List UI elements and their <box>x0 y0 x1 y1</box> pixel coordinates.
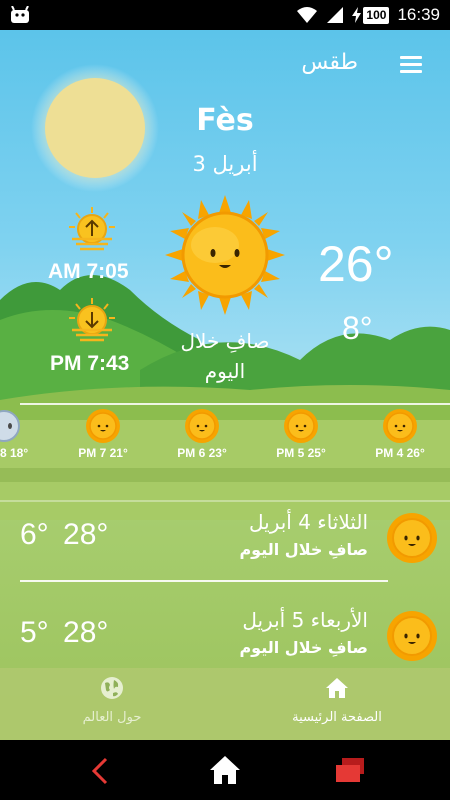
night-moon-icon <box>0 410 20 442</box>
condition-line-1: صافِ خلال <box>180 329 270 353</box>
current-condition: صافِ خلال اليوم <box>150 326 300 386</box>
hourly-item: PM 4 26° <box>360 408 440 460</box>
sun-icon <box>383 409 417 443</box>
nav-world-tab[interactable]: حول العالم <box>62 676 162 725</box>
nav-world-label: حول العالم <box>82 710 142 725</box>
hourly-label: PM 7 21° <box>78 446 128 460</box>
low-temperature: 8° <box>342 310 373 346</box>
system-navigation-bar <box>0 740 450 800</box>
home-icon <box>326 678 348 698</box>
clock: 16:39 <box>397 5 440 24</box>
charging-bolt-icon <box>352 7 362 23</box>
sun-icon <box>86 409 120 443</box>
daily-divider <box>20 580 388 582</box>
daily-condition: صافِ خلال اليوم <box>239 540 368 559</box>
sunrise-icon <box>69 207 115 251</box>
daily-date: الأربعاء 5 أبريل <box>242 608 368 632</box>
back-icon[interactable] <box>88 756 112 786</box>
android-notification-icon <box>11 6 29 23</box>
hourly-label: 8 18° <box>0 446 29 460</box>
city-name: Fès <box>196 103 254 138</box>
globe-icon <box>101 677 123 699</box>
hourly-item: PM 5 25° <box>261 408 341 460</box>
hourly-label: PM 6 23° <box>177 446 227 460</box>
sun-icon <box>387 611 437 661</box>
hourly-label: PM 4 26° <box>375 446 425 460</box>
condition-line-2: اليوم <box>204 359 246 383</box>
hourly-divider <box>20 403 450 405</box>
app-bar: طقس <box>0 30 450 100</box>
battery-level: 100 <box>363 6 390 24</box>
battery-indicator: 100 <box>352 6 390 24</box>
nav-home-tab[interactable]: الصفحة الرئيسية <box>272 676 402 725</box>
current-date: 3 أبريل <box>192 152 258 176</box>
weather-screen: طقس Fès 3 أبريل AM 7:05 PM 7:43 26° 8° ص… <box>0 30 450 740</box>
bottom-navigation: حول العالم الصفحة الرئيسية <box>0 668 450 740</box>
sunrise-time: AM 7:05 <box>48 260 129 283</box>
clear-sky-icon <box>165 195 285 315</box>
menu-icon[interactable] <box>400 56 422 74</box>
sunset-time: PM 7:43 <box>50 352 130 375</box>
daily-condition: صافِ خلال اليوم <box>239 638 368 657</box>
hourly-item: PM 7 21° <box>63 408 143 460</box>
sun-icon <box>387 513 437 563</box>
sun-icon <box>284 409 318 443</box>
nav-home-label: الصفحة الرئيسية <box>292 710 382 725</box>
recent-apps-icon[interactable] <box>334 756 366 784</box>
signal-icon <box>327 7 344 23</box>
hourly-item: PM 6 23° <box>162 408 242 460</box>
daily-temps: 6° 28° <box>20 518 109 551</box>
status-bar: 100 16:39 <box>0 0 450 30</box>
wifi-icon <box>297 7 318 23</box>
current-temperature: 26° <box>318 236 394 292</box>
home-icon[interactable] <box>208 754 242 786</box>
daily-forecast-row[interactable]: 6° 28° الثلاثاء 4 أبريل صافِ خلال اليوم <box>0 500 450 590</box>
app-title: طقس <box>301 50 358 75</box>
daily-temps: 5° 28° <box>20 616 109 649</box>
daily-date: الثلاثاء 4 أبريل <box>248 510 368 534</box>
section-separator <box>0 468 450 482</box>
hourly-label: PM 5 25° <box>276 446 326 460</box>
sun-icon <box>185 409 219 443</box>
sunset-icon <box>69 298 115 342</box>
